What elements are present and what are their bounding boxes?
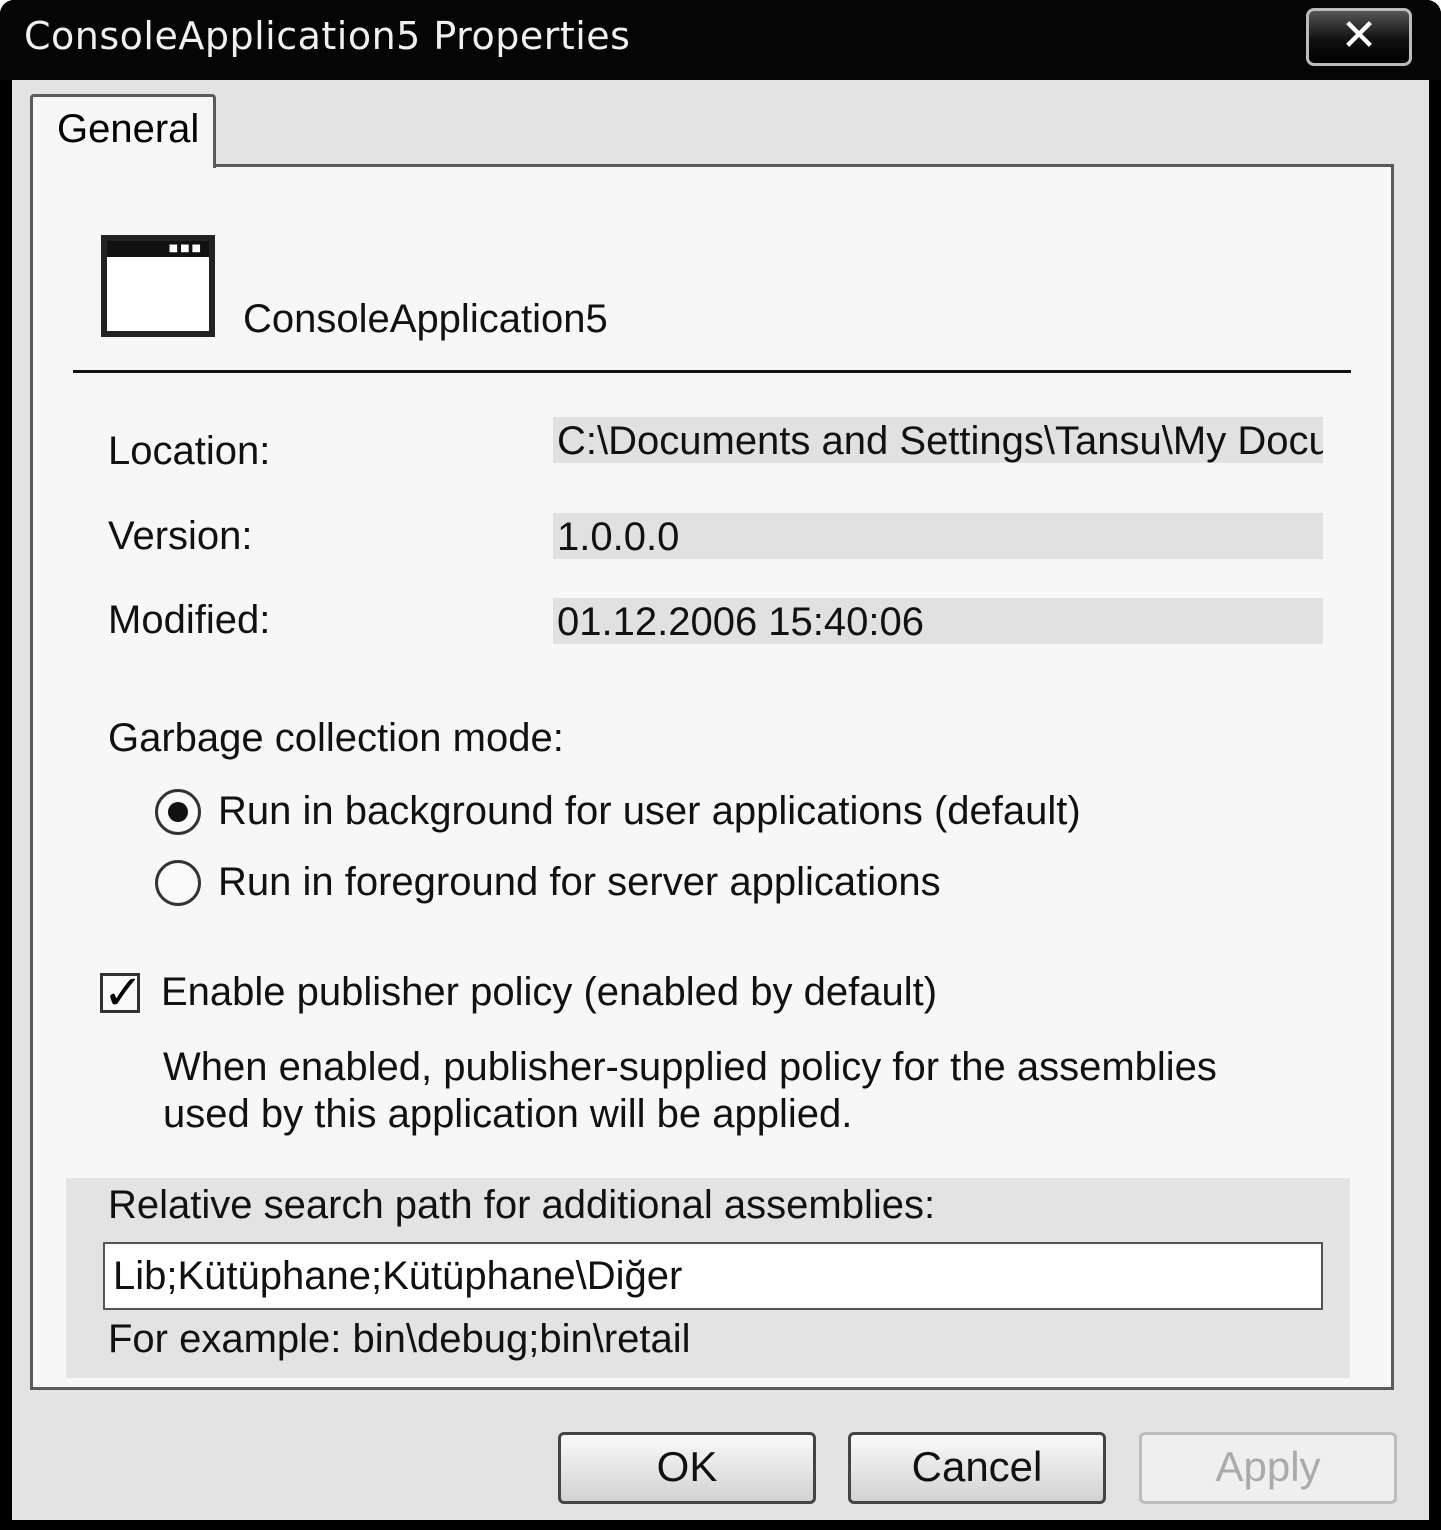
title-bar[interactable]: ConsoleApplication5 Properties ✕: [0, 0, 1441, 80]
version-label: Version:: [108, 514, 253, 558]
general-tab-panel: ■■■ ConsoleApplication5 Location: C:\Doc…: [30, 164, 1394, 1390]
apply-button[interactable]: Apply: [1139, 1432, 1397, 1504]
app-name: ConsoleApplication5: [243, 297, 608, 341]
modified-value-field[interactable]: 01.12.2006 15:40:06: [553, 598, 1323, 644]
close-icon: ✕: [1340, 10, 1378, 61]
gc-background-label[interactable]: Run in background for user applications …: [218, 789, 1081, 834]
header-divider: [73, 370, 1351, 373]
console-window-icon: ■■■: [101, 235, 215, 337]
location-value: C:\Documents and Settings\Tansu\My Docu: [557, 419, 1323, 463]
gc-background-radio[interactable]: [155, 789, 201, 835]
gc-foreground-radio[interactable]: [155, 860, 201, 906]
tab-general-label: General: [57, 107, 200, 151]
modified-value: 01.12.2006 15:40:06: [557, 600, 925, 644]
search-path-input[interactable]: [103, 1242, 1323, 1310]
location-value-field[interactable]: C:\Documents and Settings\Tansu\My Docu: [553, 417, 1323, 463]
checkmark-icon: ✓: [103, 965, 144, 1021]
window-title: ConsoleApplication5 Properties: [24, 14, 631, 58]
publisher-policy-label[interactable]: Enable publisher policy (enabled by defa…: [161, 970, 937, 1015]
location-label: Location:: [108, 429, 271, 473]
dialog-client-area: General ■■■ ConsoleApplication5 Location…: [12, 80, 1429, 1520]
close-button[interactable]: ✕: [1306, 8, 1412, 66]
version-value-field[interactable]: 1.0.0.0: [553, 513, 1323, 559]
publisher-policy-desc-line1: When enabled, publisher-supplied policy …: [163, 1045, 1217, 1089]
gc-foreground-label[interactable]: Run in foreground for server application…: [218, 860, 941, 905]
tab-general[interactable]: General: [30, 94, 216, 168]
publisher-policy-checkbox[interactable]: ✓: [100, 969, 143, 1017]
gc-mode-label: Garbage collection mode:: [108, 716, 564, 760]
modified-label: Modified:: [108, 598, 271, 642]
properties-dialog: ConsoleApplication5 Properties ✕ General…: [0, 0, 1441, 1530]
ok-button[interactable]: OK: [558, 1432, 816, 1504]
publisher-policy-desc-line2: used by this application will be applied…: [163, 1092, 853, 1136]
search-path-label: Relative search path for additional asse…: [108, 1183, 936, 1227]
search-path-example: For example: bin\debug;bin\retail: [108, 1317, 691, 1361]
cancel-button[interactable]: Cancel: [848, 1432, 1106, 1504]
version-value: 1.0.0.0: [557, 515, 680, 559]
